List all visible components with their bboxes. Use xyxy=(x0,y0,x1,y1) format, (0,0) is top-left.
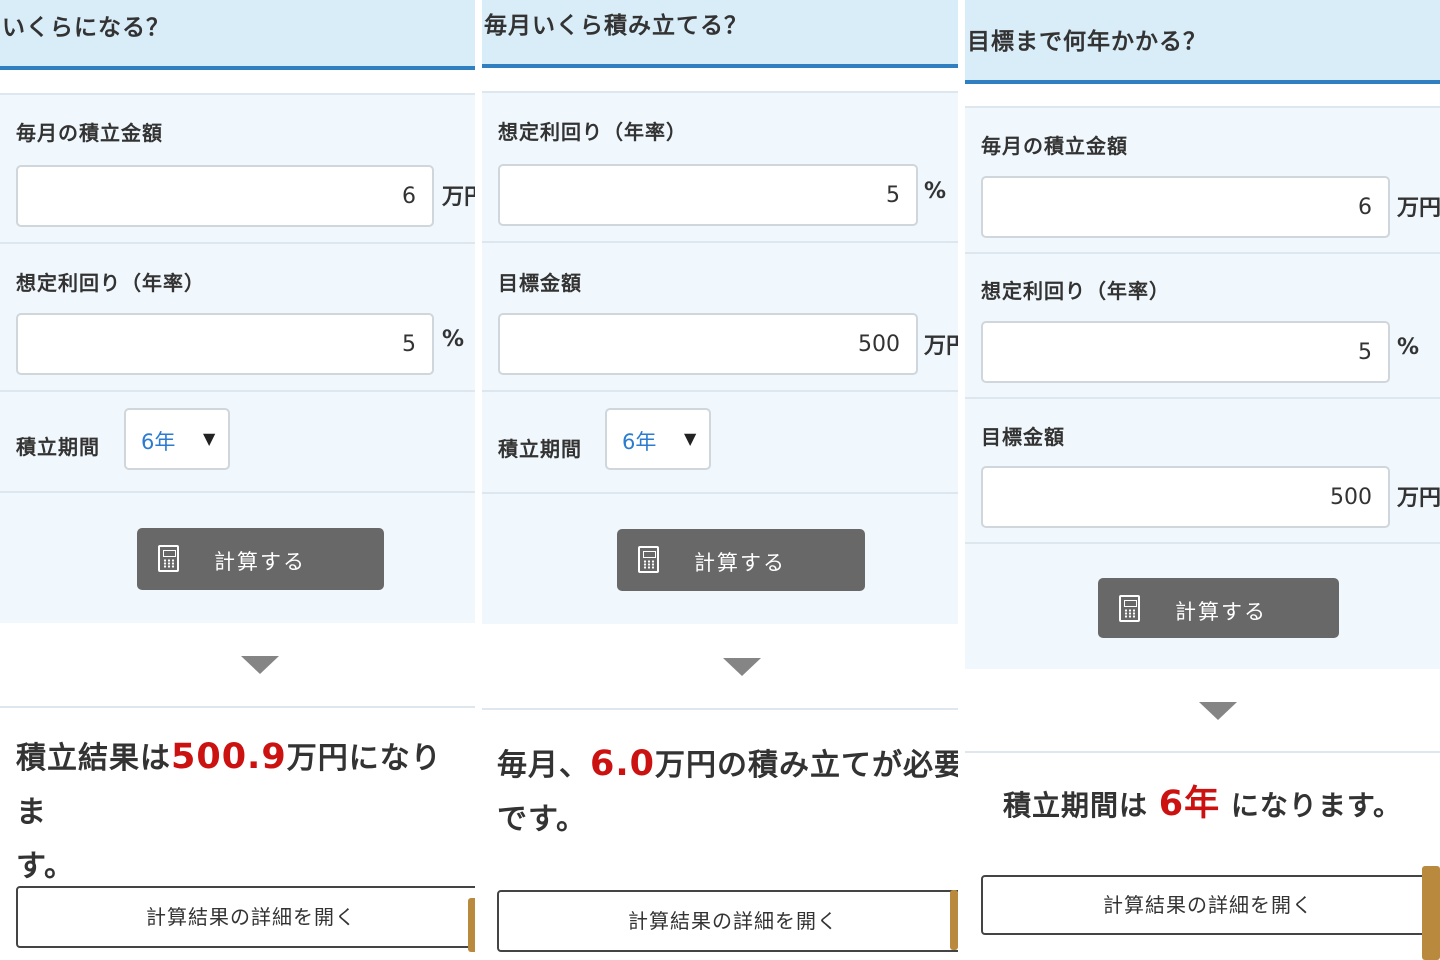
monthly-amount-input[interactable]: 6 xyxy=(981,176,1390,238)
result-line2: です。 xyxy=(497,802,587,837)
input-form: 毎月の積立金額 6 万円 想定利回り（年率） 5 % 積立期間 6年 ▼ 計算す… xyxy=(0,93,475,623)
result-text: 積立期間は 6年 になります。 xyxy=(965,777,1440,833)
interest-rate-label: 想定利回り（年率） xyxy=(16,271,205,295)
result-value: 6年 xyxy=(1158,784,1221,824)
result-area: 積立期間は 6年 になります。 計算結果の詳細を開く xyxy=(965,751,1440,960)
period-select-value: 6年 xyxy=(141,430,176,454)
panel-header: 毎月いくら積み立てる？ xyxy=(482,0,958,68)
panel-title: 目標まで何年かかる？ xyxy=(967,29,1207,55)
calculate-button-label: 計算する xyxy=(694,551,786,575)
panel-title: いくらになる？ xyxy=(2,15,170,41)
row-divider xyxy=(482,241,958,243)
result-prefix: 積立結果は xyxy=(16,741,171,776)
input-form: 想定利回り（年率） 5 % 目標金額 500 万円 積立期間 6年 ▼ 計算する xyxy=(482,91,958,624)
caret-down-icon: ▼ xyxy=(684,429,697,448)
calculator-icon xyxy=(638,546,659,573)
target-amount-unit: 万円 xyxy=(924,334,958,359)
calculator-icon xyxy=(158,545,179,572)
calculate-button-label: 計算する xyxy=(1175,600,1267,624)
calculate-button[interactable]: 計算する xyxy=(137,528,384,590)
monthly-amount-input[interactable]: 6 xyxy=(16,165,434,227)
monthly-amount-unit: 万円 xyxy=(442,185,475,210)
result-text: 毎月、6.0万円の積み立てが必要です。 xyxy=(497,737,958,847)
interest-rate-unit: % xyxy=(924,179,947,204)
row-divider xyxy=(482,492,958,494)
target-amount-input[interactable]: 500 xyxy=(498,313,918,375)
interest-rate-input[interactable]: 5 xyxy=(981,321,1390,383)
interest-rate-unit: % xyxy=(1397,335,1420,360)
target-amount-label: 目標金額 xyxy=(981,425,1065,449)
period-select[interactable]: 6年 ▼ xyxy=(124,408,230,470)
caret-down-icon: ▼ xyxy=(203,429,216,448)
period-label: 積立期間 xyxy=(498,437,582,461)
result-value: 6.0 xyxy=(590,744,656,784)
row-divider xyxy=(0,491,475,493)
input-form: 毎月の積立金額 6 万円 想定利回り（年率） 5 % 目標金額 500 万円 計… xyxy=(965,106,1440,669)
result-suffix: 万円の積み立てが必要 xyxy=(655,748,958,783)
calculate-button[interactable]: 計算する xyxy=(617,529,865,591)
interest-rate-input[interactable]: 5 xyxy=(498,164,918,226)
calculator-panel-future-value: いくらになる？ 毎月の積立金額 6 万円 想定利回り（年率） 5 % 積立期間 … xyxy=(0,0,475,960)
row-divider xyxy=(965,397,1440,399)
row-divider xyxy=(482,390,958,392)
down-arrow-icon xyxy=(241,656,279,674)
result-value: 500.9 xyxy=(171,737,287,777)
calculator-icon xyxy=(1119,595,1140,622)
target-amount-unit: 万円 xyxy=(1397,486,1440,511)
panel-title: 毎月いくら積み立てる？ xyxy=(484,13,748,39)
row-divider xyxy=(0,242,475,244)
period-label: 積立期間 xyxy=(16,435,100,459)
calculator-panel-monthly-amount: 毎月いくら積み立てる？ 想定利回り（年率） 5 % 目標金額 500 万円 積立… xyxy=(482,0,958,960)
open-details-button[interactable]: 計算結果の詳細を開く xyxy=(497,890,958,952)
floating-tab[interactable] xyxy=(1422,866,1440,960)
interest-rate-unit: % xyxy=(442,327,465,352)
panel-header: 目標まで何年かかる？ xyxy=(965,0,1440,84)
row-divider xyxy=(965,252,1440,254)
result-line2: す。 xyxy=(16,849,75,884)
interest-rate-label: 想定利回り（年率） xyxy=(981,279,1170,303)
monthly-amount-label: 毎月の積立金額 xyxy=(16,121,163,145)
result-suffix: になります。 xyxy=(1220,789,1403,822)
result-prefix: 毎月、 xyxy=(497,748,590,783)
interest-rate-label: 想定利回り（年率） xyxy=(498,120,687,144)
monthly-amount-unit: 万円 xyxy=(1397,196,1440,221)
monthly-amount-label: 毎月の積立金額 xyxy=(981,134,1128,158)
calculate-button[interactable]: 計算する xyxy=(1098,578,1339,638)
calculate-button-label: 計算する xyxy=(214,550,306,574)
target-amount-label: 目標金額 xyxy=(498,271,582,295)
result-text: 積立結果は500.9万円になりま す。 xyxy=(16,730,471,894)
down-arrow-icon xyxy=(1199,702,1237,720)
period-select-value: 6年 xyxy=(622,430,657,454)
down-arrow-icon xyxy=(723,658,761,676)
floating-tab[interactable] xyxy=(468,898,475,952)
panel-header: いくらになる？ xyxy=(0,0,475,70)
result-area: 毎月、6.0万円の積み立てが必要です。 計算結果の詳細を開く xyxy=(482,708,958,960)
interest-rate-input[interactable]: 5 xyxy=(16,313,434,375)
open-details-button[interactable]: 計算結果の詳細を開く xyxy=(16,886,475,948)
result-area: 積立結果は500.9万円になりま す。 計算結果の詳細を開く xyxy=(0,706,475,960)
calculator-panel-years-to-goal: 目標まで何年かかる？ 毎月の積立金額 6 万円 想定利回り（年率） 5 % 目標… xyxy=(965,0,1440,960)
result-prefix: 積立期間は xyxy=(1002,789,1159,822)
row-divider xyxy=(965,542,1440,544)
floating-tab[interactable] xyxy=(950,890,958,950)
target-amount-input[interactable]: 500 xyxy=(981,466,1390,528)
open-details-button[interactable]: 計算結果の詳細を開く xyxy=(981,875,1435,935)
row-divider xyxy=(0,390,475,392)
period-select[interactable]: 6年 ▼ xyxy=(605,408,711,470)
